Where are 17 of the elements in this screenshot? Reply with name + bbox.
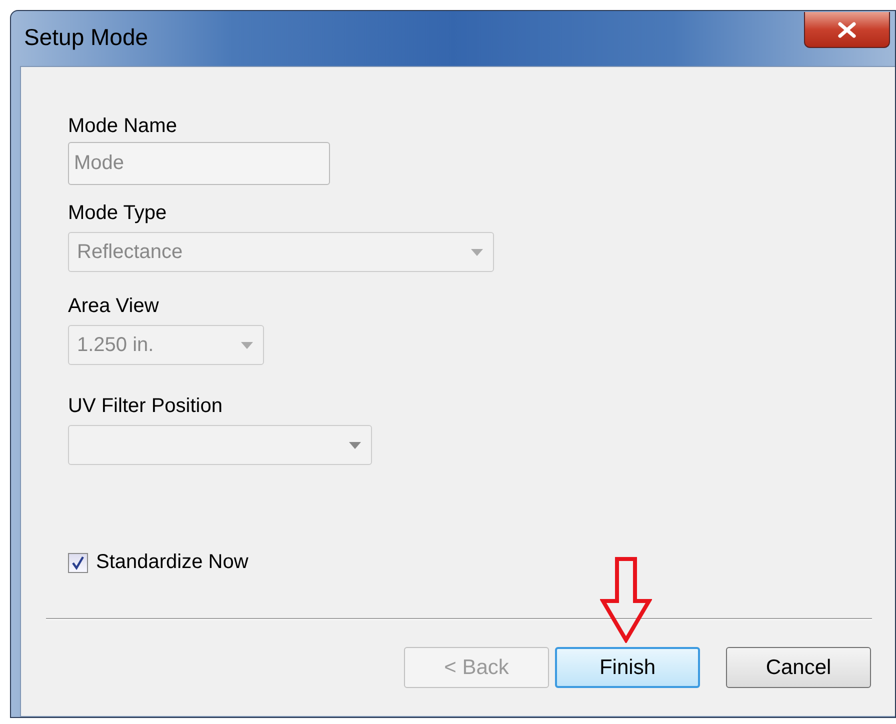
dialog-button[interactable]: Cancel: [726, 647, 871, 688]
field-label: Area View: [68, 295, 159, 318]
check-icon: [71, 556, 85, 570]
dropdown-arrow-icon: [241, 342, 253, 348]
down-arrow-annotation-icon: [600, 557, 652, 643]
field-label: Mode Type: [68, 202, 167, 225]
close-icon: [836, 22, 858, 38]
dropdown-arrow-icon: [349, 442, 361, 448]
field-label: Mode Name: [68, 115, 177, 138]
checkbox[interactable]: [68, 552, 88, 572]
dialog-button[interactable]: Finish: [555, 647, 700, 688]
dropdown-field[interactable]: [68, 425, 372, 465]
dropdown-arrow-icon: [471, 248, 483, 256]
window-title: Setup Mode: [24, 24, 148, 50]
close-button[interactable]: [804, 12, 890, 48]
checkbox-label: Standardize Now: [96, 551, 248, 574]
field-label: UV Filter Position: [68, 395, 222, 418]
